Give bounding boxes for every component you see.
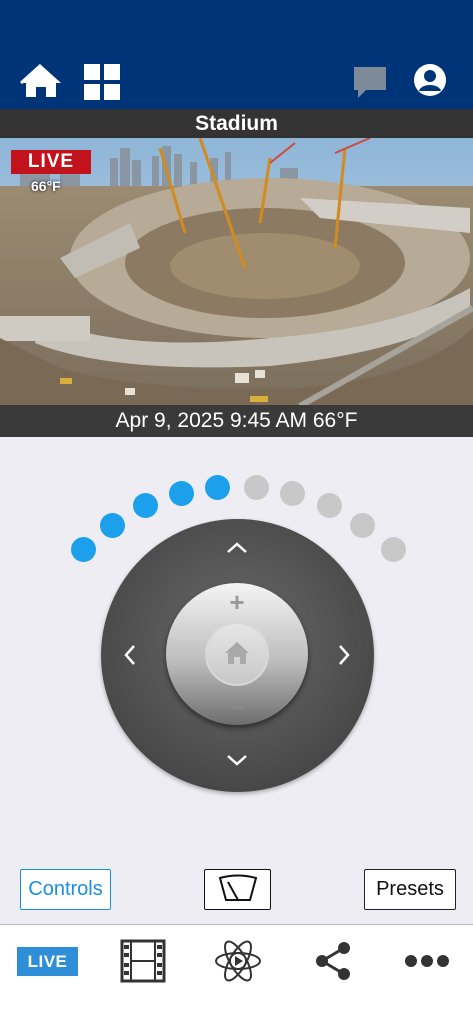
camera-feed-image[interactable] — [0, 138, 473, 406]
film-icon[interactable] — [120, 939, 166, 983]
zoom-out-button[interactable]: − — [222, 692, 252, 722]
wiper-icon — [218, 874, 257, 901]
zoom-dot — [280, 481, 305, 506]
zoom-dot — [205, 475, 230, 500]
chevron-left-icon[interactable] — [122, 643, 138, 667]
atom-play-icon[interactable] — [213, 937, 263, 985]
chevron-up-icon[interactable] — [225, 540, 249, 556]
tab-live[interactable]: LIVE — [17, 947, 78, 976]
zoom-dot — [381, 537, 406, 562]
temperature-overlay: 66°F — [31, 178, 61, 194]
live-badge: LIVE — [11, 150, 91, 174]
profile-icon[interactable] — [413, 63, 447, 97]
home-icon — [225, 642, 249, 664]
zoom-dot — [169, 481, 194, 506]
share-icon[interactable] — [314, 941, 352, 981]
chat-icon[interactable] — [352, 65, 388, 99]
timestamp-caption: Apr 9, 2025 9:45 AM 66°F — [0, 405, 473, 437]
zoom-dot — [100, 513, 125, 538]
zoom-dot — [71, 537, 96, 562]
top-bar — [0, 0, 473, 109]
zoom-dot — [133, 493, 158, 518]
presets-button[interactable]: Presets — [364, 869, 456, 910]
controls-button[interactable]: Controls — [20, 869, 111, 910]
zoom-dot — [244, 475, 269, 500]
zoom-dot — [350, 513, 375, 538]
camera-title: Stadium — [0, 109, 473, 138]
zoom-in-button[interactable]: + — [222, 587, 252, 617]
home-icon[interactable] — [19, 63, 63, 99]
chevron-down-icon[interactable] — [225, 752, 249, 768]
more-icon[interactable] — [404, 954, 450, 968]
grid-icon[interactable] — [84, 64, 120, 100]
wiper-button[interactable] — [204, 869, 271, 910]
zoom-dot — [317, 493, 342, 518]
chevron-right-icon[interactable] — [336, 643, 352, 667]
